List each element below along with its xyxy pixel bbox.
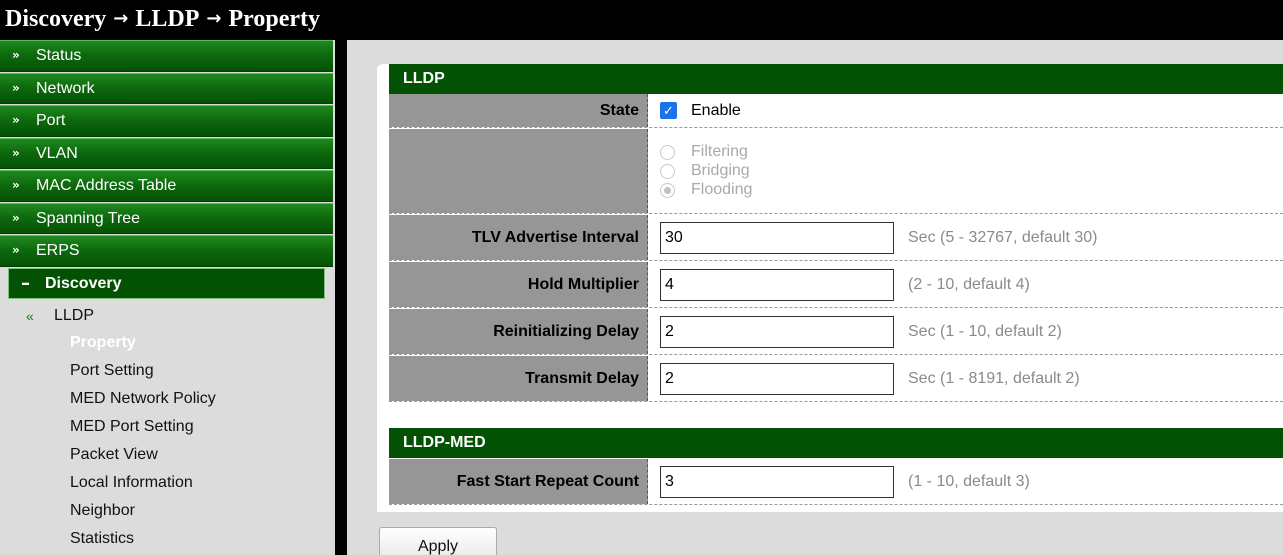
section-title-lldp-med: LLDP-MED bbox=[389, 428, 1283, 458]
tlv-advertise-interval-input[interactable]: 30 bbox=[660, 221, 894, 254]
sidebar-item-spanning-tree[interactable]: » Spanning Tree bbox=[0, 202, 333, 234]
arrow-right-icon: → bbox=[113, 8, 129, 29]
sidebar-item-label: ERPS bbox=[36, 242, 80, 260]
state-enable-checkbox[interactable]: ✓ bbox=[660, 102, 677, 119]
sidebar-subgroup-head[interactable]: « LLDP bbox=[26, 303, 335, 329]
radio-label: Flooding bbox=[691, 181, 753, 198]
transmit-delay-input[interactable]: 2 bbox=[660, 362, 894, 395]
sidebar-subitem-med-port-setting[interactable]: MED Port Setting bbox=[70, 413, 335, 441]
row-pdu-handling: Filtering Bridging Flooding bbox=[389, 129, 1283, 214]
arrow-right-icon: → bbox=[206, 8, 222, 29]
sidebar-item-status[interactable]: » Status bbox=[0, 40, 333, 72]
apply-button[interactable]: Apply bbox=[379, 527, 497, 555]
sidebar-item-label: Network bbox=[36, 79, 95, 97]
filtering-radio[interactable] bbox=[660, 144, 675, 160]
row-tlv-advertise-interval: TLV Advertise Interval 30 Sec (5 - 32767,… bbox=[389, 215, 1283, 261]
sidebar-item-label: MAC Address Table bbox=[36, 177, 177, 195]
sidebar-item-network[interactable]: » Network bbox=[0, 72, 333, 104]
field-hint: Sec (5 - 32767, default 30) bbox=[908, 228, 1098, 246]
hold-multiplier-input[interactable]: 4 bbox=[660, 268, 894, 301]
sidebar-subitem-statistics[interactable]: Statistics bbox=[70, 525, 335, 553]
radio-label: Filtering bbox=[691, 143, 748, 160]
double-chevron-down-icon: » bbox=[12, 145, 20, 160]
section-title-lldp: LLDP bbox=[389, 64, 1283, 94]
row-label: State bbox=[389, 94, 648, 127]
row-label: Transmit Delay bbox=[389, 356, 648, 401]
sidebar-subitem-med-network-policy[interactable]: MED Network Policy bbox=[70, 385, 335, 413]
field-hint: Sec (1 - 10, default 2) bbox=[908, 322, 1062, 340]
breadcrumb-property: Property bbox=[228, 6, 321, 32]
double-chevron-down-icon: » bbox=[12, 178, 20, 193]
sidebar: » Status » Network » Port » VLAN » MAC Addres… bbox=[0, 40, 335, 555]
row-label: Hold Multiplier bbox=[389, 262, 648, 307]
double-chevron-down-icon: » bbox=[12, 80, 20, 95]
sidebar-item-erps[interactable]: » ERPS bbox=[0, 235, 333, 267]
sidebar-item-label: Spanning Tree bbox=[36, 209, 141, 227]
field-hint: (1 - 10, default 3) bbox=[908, 472, 1030, 490]
field-hint: Sec (1 - 8191, default 2) bbox=[908, 369, 1080, 387]
sidebar-subitem-packet-view[interactable]: Packet View bbox=[70, 441, 335, 469]
sidebar-subitem-neighbor[interactable]: Neighbor bbox=[70, 497, 335, 525]
sidebar-item-label: Status bbox=[36, 47, 82, 65]
sidebar-subgroup-lldp: « LLDP Property Port Setting MED Network … bbox=[0, 303, 335, 553]
row-fast-start-repeat-count: Fast Start Repeat Count 3 (1 - 10, defaul… bbox=[389, 459, 1283, 505]
radio-label: Bridging bbox=[691, 162, 750, 179]
breadcrumb-discovery: Discovery bbox=[5, 6, 107, 32]
fast-start-repeat-count-input[interactable]: 3 bbox=[660, 465, 894, 498]
sidebar-subgroup-label: LLDP bbox=[54, 307, 95, 324]
double-chevron-down-icon: » bbox=[12, 210, 20, 225]
row-reinitializing-delay: Reinitializing Delay 2 Sec (1 - 10, defau… bbox=[389, 309, 1283, 355]
breadcrumb: Discovery → LLDP → Property bbox=[0, 0, 1283, 40]
row-label: TLV Advertise Interval bbox=[389, 215, 648, 260]
sidebar-item-port[interactable]: » Port bbox=[0, 105, 333, 137]
sidebar-item-mac-address-table[interactable]: » MAC Address Table bbox=[0, 170, 333, 202]
flooding-radio[interactable] bbox=[660, 182, 675, 198]
sidebar-subitem-port-setting[interactable]: Port Setting bbox=[70, 357, 335, 385]
double-chevron-down-icon: » bbox=[12, 243, 20, 258]
sidebar-item-vlan[interactable]: » VLAN bbox=[0, 137, 333, 169]
minus-icon: – bbox=[21, 272, 30, 294]
reinitializing-delay-input[interactable]: 2 bbox=[660, 315, 894, 348]
double-chevron-down-icon: » bbox=[12, 48, 20, 63]
sidebar-item-label: VLAN bbox=[36, 144, 78, 162]
state-enable-label: Enable bbox=[691, 101, 741, 119]
breadcrumb-lldp: LLDP bbox=[135, 6, 200, 32]
sidebar-subitem-property[interactable]: Property bbox=[70, 329, 335, 357]
sidebar-subitem-local-information[interactable]: Local Information bbox=[70, 469, 335, 497]
main-content: LLDP State ✓ Enable Filtering Bridging F… bbox=[347, 40, 1283, 555]
row-transmit-delay: Transmit Delay 2 Sec (1 - 8191, default 2… bbox=[389, 356, 1283, 402]
double-chevron-down-icon: » bbox=[12, 113, 20, 128]
sidebar-item-label: Port bbox=[36, 112, 66, 130]
row-label: Fast Start Repeat Count bbox=[389, 459, 648, 504]
field-hint: (2 - 10, default 4) bbox=[908, 275, 1030, 293]
row-hold-multiplier: Hold Multiplier 4 (2 - 10, default 4) bbox=[389, 262, 1283, 308]
bridging-radio[interactable] bbox=[660, 163, 675, 179]
row-label-empty bbox=[389, 129, 648, 213]
double-chevron-up-icon: « bbox=[26, 308, 34, 324]
sidebar-item-label: Discovery bbox=[45, 274, 122, 292]
settings-panel: LLDP State ✓ Enable Filtering Bridging F… bbox=[377, 64, 1283, 512]
sidebar-item-discovery[interactable]: – Discovery bbox=[8, 267, 325, 299]
row-state: State ✓ Enable bbox=[389, 94, 1283, 128]
row-label: Reinitializing Delay bbox=[389, 309, 648, 354]
